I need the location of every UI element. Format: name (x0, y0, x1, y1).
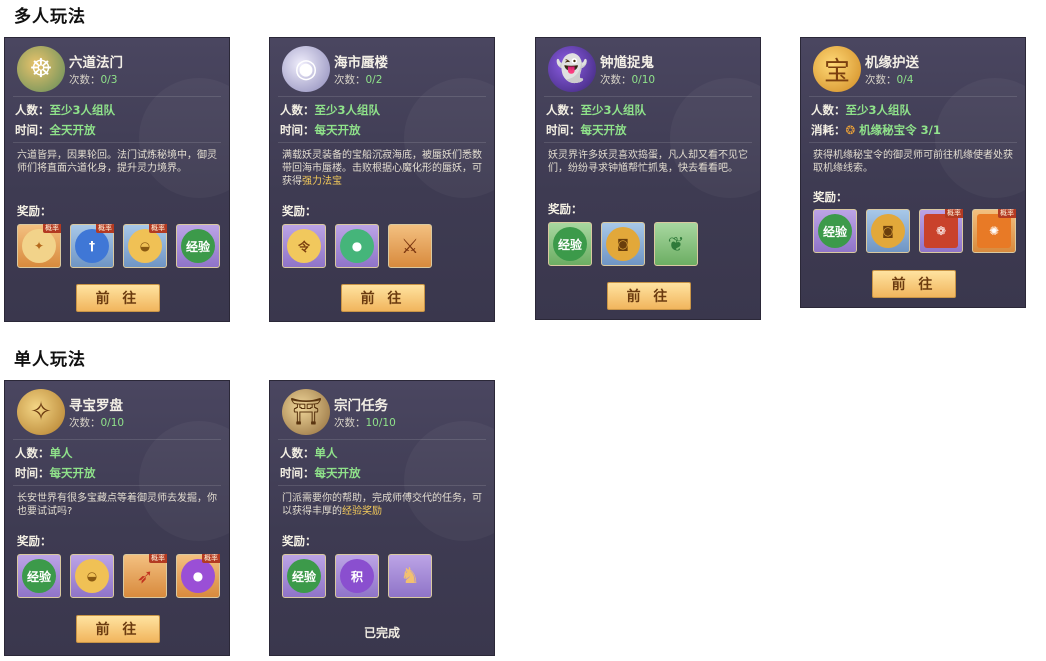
activity-card-haishi: ◉ 海市蜃楼 次数：0/2 人数：至少3人组队 时间：每天开放 满载妖灵装备的宝… (269, 37, 495, 322)
card-description: 满载妖灵装备的宝船沉寂海底，被蜃妖们悉数带回海市蜃楼。击败根据心魔化形的蜃妖，可… (282, 150, 482, 187)
fan-item-icon[interactable]: ✦ 概率 (17, 224, 61, 268)
card-title: 钟馗捉鬼 (600, 55, 654, 71)
time-row: 时间：每天开放 (15, 466, 96, 480)
sword-orb-icon[interactable]: † 概率 (70, 224, 114, 268)
sect-icon: ⛩ (282, 389, 330, 435)
card-title: 宗门任务 (334, 398, 388, 414)
purple-orb-icon[interactable]: ● 概率 (176, 554, 220, 598)
card-title: 寻宝罗盘 (69, 398, 123, 414)
exp-icon[interactable]: 经验 (17, 554, 61, 598)
people-row: 人数：单人 (15, 446, 73, 460)
coin-icon[interactable]: ◙ (601, 222, 645, 266)
activity-card-jiyuan: 宝 机缘护送 次数：0/4 人数：至少3人组队 消耗：❂ 机缘秘宝令 3/1 获… (800, 37, 1026, 308)
exp-icon[interactable]: 经验 (548, 222, 592, 266)
activity-card-zhongkui: 👻 钟馗捉鬼 次数：0/10 人数：至少3人组队 时间：每天开放 妖灵界许多妖灵… (535, 37, 761, 320)
time-row: 时间：全天开放 (15, 123, 96, 137)
reward-label: 奖励： (17, 204, 52, 218)
completed-status: 已完成 (363, 626, 400, 640)
red-book-icon[interactable]: ❁ 概率 (919, 209, 963, 253)
treasure-icon: 宝 (813, 46, 861, 92)
people-row: 人数：至少3人组队 (546, 103, 647, 117)
card-title: 机缘护送 (865, 55, 919, 71)
go-button[interactable]: 前 往 (341, 284, 425, 312)
reward-label: 奖励： (548, 202, 583, 216)
points-icon[interactable]: 积 (335, 554, 379, 598)
exp-icon[interactable]: 经验 (176, 224, 220, 268)
card-description: 门派需要你的帮助，完成师傅交代的任务，可以获得丰厚的经验奖励 (282, 493, 482, 517)
gate-icon: ☸ (17, 46, 65, 92)
feather-icon[interactable]: ➶ 概率 (123, 554, 167, 598)
token-icon[interactable]: 令 (282, 224, 326, 268)
go-button[interactable]: 前 往 (76, 284, 160, 312)
people-row: 人数：至少3人组队 (15, 103, 116, 117)
people-row: 人数：至少3人组队 (280, 103, 381, 117)
card-count: 次数：10/10 (334, 417, 396, 429)
time-row: 时间：每天开放 (280, 123, 361, 137)
coin-icon[interactable]: ◙ (866, 209, 910, 253)
gold-ingot-icon[interactable]: ◒ (70, 554, 114, 598)
orange-book-icon[interactable]: ✺ 概率 (972, 209, 1016, 253)
card-title: 海市蜃楼 (334, 55, 388, 71)
reward-label: 奖励： (813, 190, 848, 204)
ghost-cat-icon: 👻 (548, 46, 596, 92)
cost-row: 消耗：❂ 机缘秘宝令 3/1 (811, 123, 941, 137)
card-description: 长安世界有很多宝藏点等着御灵师去发掘，你也要试试吗? (17, 493, 217, 517)
card-count: 次数：0/10 (600, 74, 656, 86)
go-button[interactable]: 前 往 (607, 282, 691, 310)
activity-card-xunbao: ✧ 寻宝罗盘 次数：0/10 人数：单人 时间：每天开放 长安世界有很多宝藏点等… (4, 380, 230, 656)
multiplayer-section-title: 多人玩法 (14, 7, 86, 27)
jade-icon[interactable]: ● (335, 224, 379, 268)
reward-label: 奖励： (282, 534, 317, 548)
people-row: 人数：至少3人组队 (811, 103, 912, 117)
go-button[interactable]: 前 往 (872, 270, 956, 298)
gourd-leaf-icon[interactable]: ❦ (654, 222, 698, 266)
card-count: 次数：0/4 (865, 74, 914, 86)
reward-label: 奖励： (282, 204, 317, 218)
reward-label: 奖励： (17, 534, 52, 548)
card-description: 获得机缘秘宝令的御灵师可前往机缘使者处获取机缘线索。 (813, 150, 1013, 174)
card-title: 六道法门 (69, 55, 123, 71)
token-small-icon: ❂ (845, 123, 860, 137)
activity-card-liudao: ☸ 六道法门 次数：0/3 人数：至少3人组队 时间：全天开放 六道皆异，因果轮… (4, 37, 230, 322)
card-count: 次数：0/3 (69, 74, 118, 86)
gold-ingot-icon[interactable]: ◒ 概率 (123, 224, 167, 268)
card-count: 次数：0/2 (334, 74, 383, 86)
activity-card-zongmen: ⛩ 宗门任务 次数：10/10 人数：单人 时间：每天开放 门派需要你的帮助，完… (269, 380, 495, 656)
people-row: 人数：单人 (280, 446, 338, 460)
pearl-shell-icon: ◉ (282, 46, 330, 92)
card-count: 次数：0/10 (69, 417, 125, 429)
card-description: 六道皆异，因果轮回。法门试炼秘境中，御灵师们将直面六道化身，提升灵力境界。 (17, 150, 217, 174)
singleplayer-section-title: 单人玩法 (14, 350, 86, 370)
exp-icon[interactable]: 经验 (282, 554, 326, 598)
gourd-icon[interactable]: ♞ (388, 554, 432, 598)
time-row: 时间：每天开放 (280, 466, 361, 480)
weapons-icon[interactable]: ⚔ (388, 224, 432, 268)
exp-icon[interactable]: 经验 (813, 209, 857, 253)
time-row: 时间：每天开放 (546, 123, 627, 137)
card-description: 妖灵界许多妖灵喜欢捣蛋，凡人却又看不见它们，纷纷寻求钟馗帮忙抓鬼，快去看看吧。 (548, 150, 748, 174)
compass-icon: ✧ (17, 389, 65, 435)
go-button[interactable]: 前 往 (76, 615, 160, 643)
